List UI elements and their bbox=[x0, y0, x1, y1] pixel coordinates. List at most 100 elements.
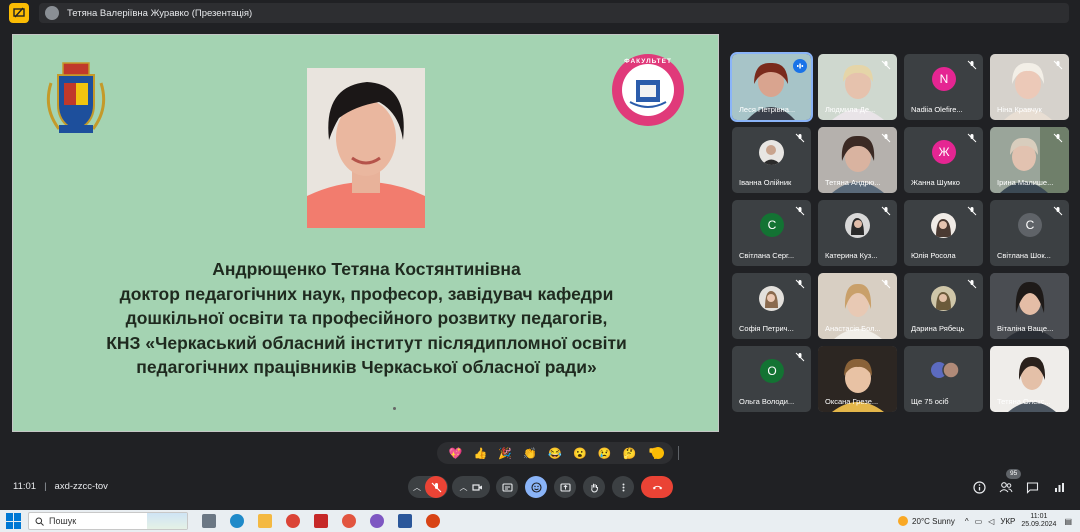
participant-tile[interactable]: Ще 75 осіб bbox=[904, 346, 983, 412]
reaction-heart-button[interactable]: 💖 bbox=[449, 447, 463, 460]
info-icon bbox=[972, 480, 986, 494]
participant-tile[interactable]: Тетяна Андрю... bbox=[818, 127, 897, 193]
chat-button[interactable] bbox=[1024, 479, 1040, 495]
chrome-icon[interactable] bbox=[286, 514, 300, 528]
camera-options-chevron-icon[interactable]: ︿ bbox=[460, 482, 468, 493]
meet-window: Тетяна Валеріївна Журавко (Презентація) … bbox=[0, 0, 1080, 532]
captions-icon bbox=[501, 482, 513, 492]
meeting-time: 11:01 bbox=[13, 481, 37, 492]
mic-off-icon bbox=[795, 206, 805, 216]
people-button[interactable] bbox=[998, 479, 1014, 495]
presenter-label: Тетяна Валеріївна Журавко (Презентація) bbox=[67, 7, 253, 19]
network-icon[interactable]: ▭ bbox=[975, 517, 983, 526]
participant-tile[interactable]: Катерина Куз... bbox=[818, 200, 897, 266]
speaker-photo bbox=[307, 68, 425, 228]
participant-tile[interactable]: С Світлана Серг... bbox=[732, 200, 811, 266]
red-app-icon[interactable] bbox=[314, 514, 328, 528]
participant-tile[interactable]: Дарина Рябець bbox=[904, 273, 983, 339]
camera-off-icon[interactable] bbox=[471, 482, 483, 493]
search-placeholder: Пошук bbox=[49, 516, 77, 526]
taskbar-time: 11:01 bbox=[1030, 513, 1048, 520]
file-explorer-icon[interactable] bbox=[258, 514, 272, 528]
reaction-sad-button[interactable]: 😢 bbox=[598, 447, 612, 460]
presentation-toggle-icon[interactable] bbox=[9, 3, 29, 23]
participant-tile[interactable]: Ніна Кравчук bbox=[990, 54, 1069, 120]
participant-name: Віталіна Ваще... bbox=[997, 324, 1054, 333]
participant-tile[interactable]: Тетяна Олекс... bbox=[990, 346, 1069, 412]
taskbar-clock[interactable]: 11:01 25.09.2024 bbox=[1021, 513, 1056, 529]
meeting-code[interactable]: axd-zzcc-tov bbox=[55, 481, 108, 492]
raise-hand-button[interactable] bbox=[583, 476, 605, 498]
mic-toggle-button[interactable] bbox=[425, 476, 447, 498]
task-view-icon[interactable] bbox=[202, 514, 216, 528]
people-count-badge: 95 bbox=[1006, 469, 1022, 479]
volume-icon[interactable]: ◁ bbox=[988, 517, 994, 526]
participant-avatar-letter: Ж bbox=[932, 140, 956, 164]
more-options-button[interactable] bbox=[612, 476, 634, 498]
bio-line-degree: доктор педагогічних наук, професор, заві… bbox=[119, 283, 614, 304]
windows-start-icon[interactable] bbox=[6, 513, 22, 529]
participant-avatar-photo bbox=[759, 286, 784, 311]
participant-avatar-letter: С bbox=[1018, 213, 1042, 237]
reaction-clap-button[interactable]: 👏 bbox=[523, 447, 537, 460]
meeting-details-button[interactable] bbox=[971, 479, 987, 495]
participant-name: Людмила Де... bbox=[825, 105, 876, 114]
participant-tile[interactable]: Ірина Малише... bbox=[990, 127, 1069, 193]
reaction-thinking-button[interactable]: 🤔 bbox=[623, 447, 637, 460]
faculty-logo: ФАКУЛЬТЕТ bbox=[610, 52, 686, 128]
tray-chevron-icon[interactable]: ^ bbox=[965, 517, 969, 526]
present-screen-button[interactable] bbox=[554, 476, 576, 498]
meeting-info: 11:01 | axd-zzcc-tov bbox=[13, 481, 108, 492]
leave-call-button[interactable] bbox=[641, 476, 673, 498]
hand-icon bbox=[590, 483, 598, 493]
emoji-icon bbox=[530, 481, 542, 493]
taskbar-search[interactable]: Пошук bbox=[28, 512, 188, 530]
participant-tile[interactable]: Леся Петрівна... bbox=[730, 52, 813, 122]
participant-name: Юлія Росола bbox=[911, 251, 956, 260]
participant-name: Ольга Володи... bbox=[739, 397, 795, 406]
activities-button[interactable] bbox=[1051, 479, 1067, 495]
participant-tile[interactable]: О Ольга Володи... bbox=[732, 346, 811, 412]
speaker-bio: Андрющенко Тетяна Костянтинівна доктор п… bbox=[13, 257, 720, 380]
keyboard-language[interactable]: УКР bbox=[1000, 517, 1015, 526]
reaction-laugh-button[interactable]: 😂 bbox=[548, 447, 562, 460]
participant-tile[interactable]: Ж Жанна Шумко bbox=[904, 127, 983, 193]
reaction-party-button[interactable]: 🎉 bbox=[498, 447, 512, 460]
participant-name: Nadiia Olefire... bbox=[911, 105, 963, 114]
more-participants-label: Ще 75 осіб bbox=[911, 397, 949, 406]
participant-tile[interactable]: Віталіна Ваще... bbox=[990, 273, 1069, 339]
participant-name: Анастасія Бол... bbox=[825, 324, 881, 333]
viber-icon[interactable] bbox=[370, 514, 384, 528]
powerpoint-icon[interactable] bbox=[426, 514, 440, 528]
participant-tile[interactable]: Людмила Де... bbox=[818, 54, 897, 120]
chrome-active-icon[interactable] bbox=[342, 514, 356, 528]
presenter-chip[interactable]: Тетяна Валеріївна Журавко (Презентація) bbox=[39, 3, 1069, 23]
participant-tile[interactable]: Анастасія Бол... bbox=[818, 273, 897, 339]
chat-icon bbox=[1026, 481, 1038, 494]
mic-off-icon bbox=[1053, 133, 1063, 143]
notifications-icon[interactable]: ▤ bbox=[1064, 517, 1072, 526]
reactions-bar: 💖 👍 🎉 👏 😂 😮 😢 🤔 👎 bbox=[437, 442, 673, 464]
participant-name: Дарина Рябець bbox=[911, 324, 965, 333]
participant-tile[interactable]: Софія Петрич... bbox=[732, 273, 811, 339]
more-participants-avatars bbox=[931, 361, 960, 379]
captions-button[interactable] bbox=[496, 476, 518, 498]
weather-text[interactable]: 20°C Sunny bbox=[912, 517, 955, 526]
reaction-thumbs-up-button[interactable]: 👍 bbox=[473, 447, 487, 460]
participant-tile[interactable]: N Nadiia Olefire... bbox=[904, 54, 983, 120]
participant-tile[interactable]: С Світлана Шок... bbox=[990, 200, 1069, 266]
edge-browser-icon[interactable] bbox=[230, 514, 244, 528]
participant-tile[interactable]: Оксана Грезе... bbox=[818, 346, 897, 412]
reaction-surprised-button[interactable]: 😮 bbox=[573, 447, 587, 460]
participant-avatar-letter: С bbox=[760, 213, 784, 237]
mic-options-chevron-icon[interactable]: ︿ bbox=[413, 482, 421, 493]
participant-tile[interactable]: Юлія Росола bbox=[904, 200, 983, 266]
activities-icon bbox=[1054, 482, 1064, 492]
skin-tone-button[interactable] bbox=[652, 447, 664, 459]
emoji-reactions-button[interactable] bbox=[525, 476, 547, 498]
word-icon[interactable] bbox=[398, 514, 412, 528]
presenter-avatar bbox=[45, 6, 59, 20]
participant-tile[interactable]: Іванна Олійник bbox=[732, 127, 811, 193]
meeting-info-separator: | bbox=[44, 481, 47, 492]
participant-name: Тетяна Олекс... bbox=[997, 397, 1051, 406]
